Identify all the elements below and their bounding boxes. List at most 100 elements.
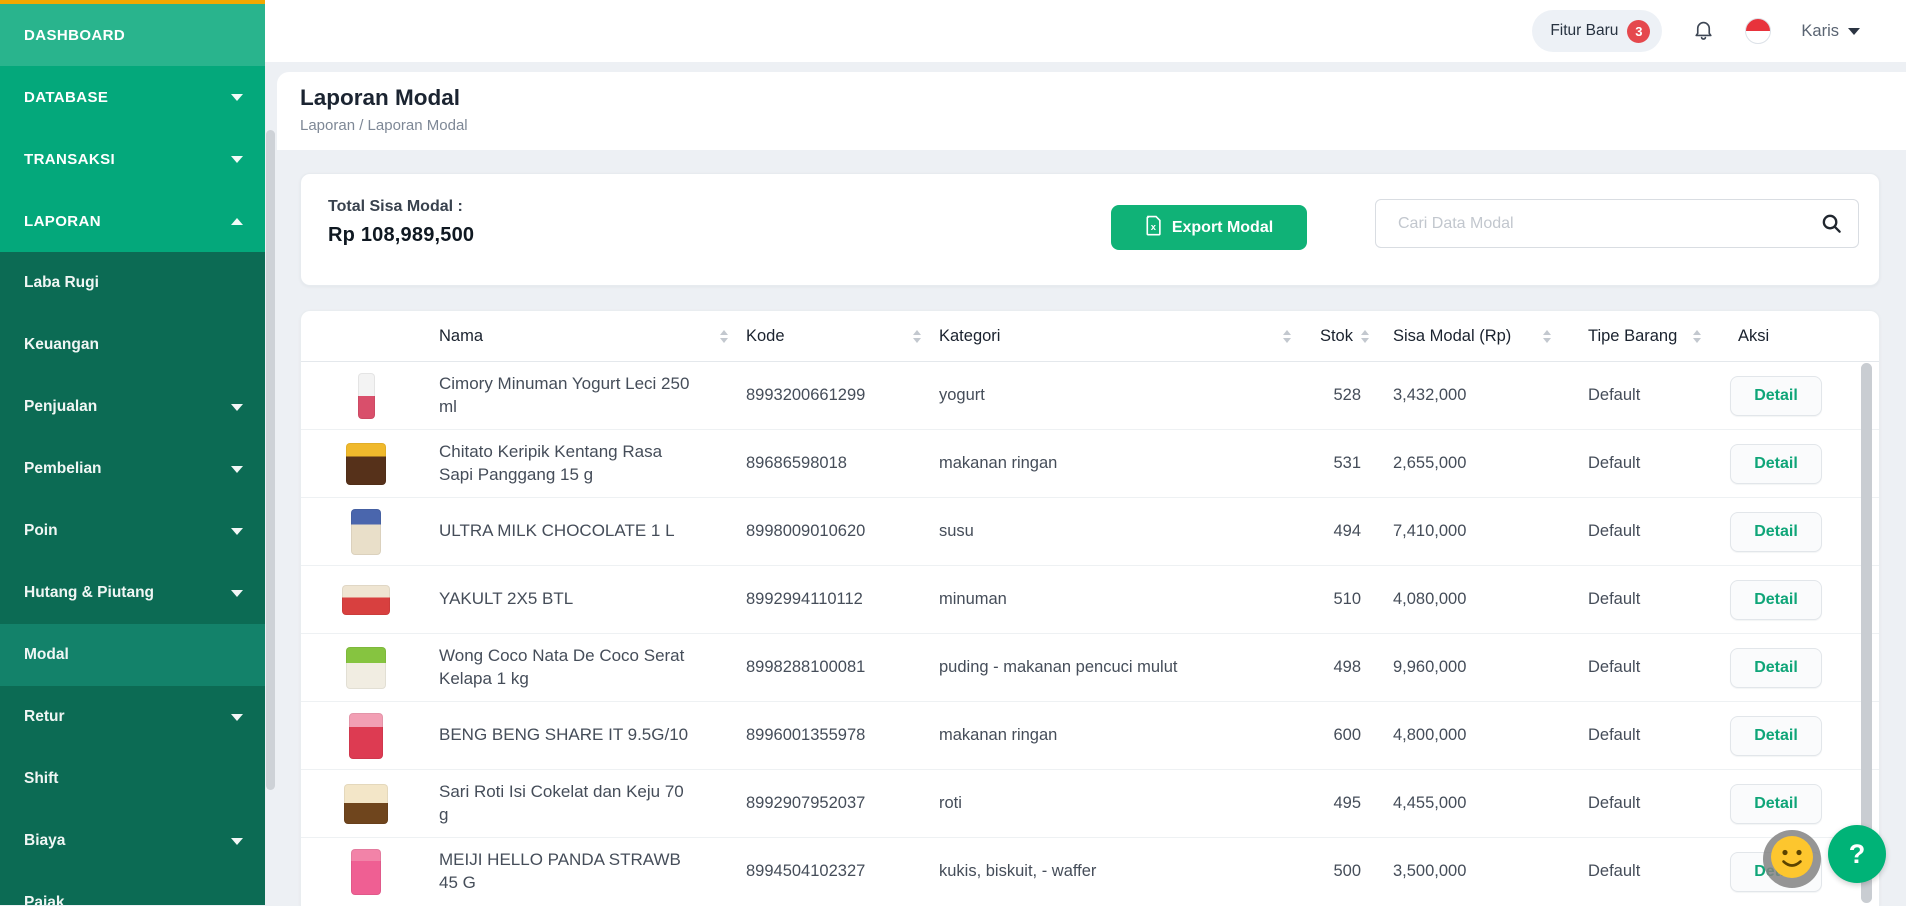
main-content: Laporan Modal Laporan / Laporan Modal To… [265,62,1906,905]
table-row: ULTRA MILK CHOCOLATE 1 L8998009010620sus… [301,497,1879,565]
search-icon[interactable] [1820,212,1843,240]
topbar: Fitur Baru 3 Karis [265,0,1906,62]
product-code: 8998009010620 [738,520,931,542]
table-row: Chitato Keripik Kentang Rasa Sapi Pangga… [301,429,1879,497]
help-button[interactable]: ? [1828,825,1886,883]
detail-button[interactable]: Detail [1730,648,1822,688]
table-scrollbar-thumb[interactable] [1861,363,1872,903]
table-row: MEIJI HELLO PANDA STRAWB 45 G89945041023… [301,837,1879,905]
row-actions: Detail [1711,444,1879,484]
product-capital: 3,432,000 [1371,384,1561,406]
detail-button[interactable]: Detail [1730,376,1822,416]
product-type: Default [1561,452,1711,474]
row-actions: Detail [1711,716,1879,756]
language-flag-indonesia[interactable] [1745,18,1771,44]
sidebar-item-laporan[interactable]: LAPORAN [0,190,265,252]
new-features-button[interactable]: Fitur Baru 3 [1532,10,1662,52]
export-modal-button[interactable]: x Export Modal [1111,205,1307,250]
column-header-label: Nama [439,327,483,346]
detail-button[interactable]: Detail [1730,580,1822,620]
sidebar-item-dashboard[interactable]: DASHBOARD [0,4,265,66]
sidebar-item-label: Penjualan [24,398,97,416]
sidebar-item-database[interactable]: DATABASE [0,66,265,128]
sidebar-item-keuangan[interactable]: Keuangan [0,314,265,376]
detail-button[interactable]: Detail [1730,444,1822,484]
sidebar-item-label: Keuangan [24,336,99,354]
sidebar-item-retur[interactable]: Retur [0,686,265,748]
product-image [301,849,431,895]
product-code: 8996001355978 [738,724,931,746]
total-capital-value: Rp 108,989,500 [328,224,474,247]
chevron-down-icon [231,590,243,597]
page-header-panel: Laporan Modal Laporan / Laporan Modal [277,72,1906,150]
sidebar-item-label: Pembelian [24,460,102,478]
chevron-down-icon [231,94,243,101]
column-header-image [301,311,431,361]
product-type: Default [1561,860,1711,882]
column-header-label: Tipe Barang [1588,327,1677,346]
chevron-down-icon [1848,28,1860,35]
sidebar-item-transaksi[interactable]: TRANSAKSI [0,128,265,190]
product-capital: 2,655,000 [1371,452,1561,474]
column-header-kategori[interactable]: Kategori [931,311,1301,361]
product-image [301,585,431,615]
sidebar-item-modal[interactable]: Modal [0,624,265,686]
sidebar: DASHBOARDDATABASE TRANSAKSI LAPORAN Laba Ru… [0,0,265,905]
product-category: kukis, biskuit, - waffer [931,860,1301,882]
table-row: BENG BENG SHARE IT 9.5G/108996001355978m… [301,701,1879,769]
table-row: Cimory Minuman Yogurt Leci 250 ml8993200… [301,361,1879,429]
svg-text:x: x [1151,222,1157,232]
sidebar-item-hutang-piutang[interactable]: Hutang & Piutang [0,562,265,624]
detail-button[interactable]: Detail [1730,784,1822,824]
table-scrollbar-track[interactable] [1861,363,1872,903]
column-header-nama[interactable]: Nama [431,311,738,361]
column-header-stok[interactable]: Stok [1301,311,1371,361]
row-actions: Detail [1711,376,1879,416]
row-actions: Detail [1711,580,1879,620]
feedback-smiley-button[interactable] [1763,830,1821,888]
column-header-tipe-barang[interactable]: Tipe Barang [1561,311,1711,361]
sidebar-item-laba-rugi[interactable]: Laba Rugi [0,252,265,314]
sort-icon[interactable] [1693,330,1701,343]
sidebar-item-label: Retur [24,708,64,726]
product-name: Cimory Minuman Yogurt Leci 250 ml [431,373,693,419]
question-mark-icon: ? [1849,839,1866,870]
column-header-label: Sisa Modal (Rp) [1393,327,1511,346]
sidebar-scrollbar[interactable] [266,130,275,790]
sidebar-item-penjualan[interactable]: Penjualan [0,376,265,438]
user-menu[interactable]: Karis [1801,22,1860,41]
sort-icon[interactable] [1543,330,1551,343]
product-name: ULTRA MILK CHOCOLATE 1 L [431,520,693,543]
product-category: minuman [931,588,1301,610]
sidebar-item-pembelian[interactable]: Pembelian [0,438,265,500]
sort-icon[interactable] [1361,330,1369,343]
sidebar-item-label: Poin [24,522,58,540]
sidebar-item-biaya[interactable]: Biaya [0,810,265,872]
sidebar-item-label: TRANSAKSI [24,151,115,168]
export-modal-label: Export Modal [1172,219,1273,237]
new-features-label: Fitur Baru [1550,22,1618,40]
sidebar-item-poin[interactable]: Poin [0,500,265,562]
product-name: YAKULT 2X5 BTL [431,588,693,611]
product-stock: 510 [1301,588,1371,610]
sidebar-item-label: Hutang & Piutang [24,584,154,602]
product-type: Default [1561,792,1711,814]
table-row: YAKULT 2X5 BTL8992994110112minuman5104,0… [301,565,1879,633]
product-code: 8994504102327 [738,860,931,882]
page-title: Laporan Modal [300,85,1906,111]
notifications-button[interactable] [1692,18,1715,44]
product-image [301,713,431,759]
product-code: 8992994110112 [738,588,931,610]
column-header-sisa-modal-rp[interactable]: Sisa Modal (Rp) [1371,311,1561,361]
detail-button[interactable]: Detail [1730,716,1822,756]
product-capital: 3,500,000 [1371,860,1561,882]
search-input[interactable] [1375,199,1859,248]
sidebar-item-label: Laba Rugi [24,274,99,292]
sort-icon[interactable] [720,330,728,343]
sort-icon[interactable] [913,330,921,343]
detail-button[interactable]: Detail [1730,512,1822,552]
sidebar-item-pajak[interactable]: Pajak [0,872,265,905]
column-header-kode[interactable]: Kode [738,311,931,361]
sidebar-item-shift[interactable]: Shift [0,748,265,810]
sort-icon[interactable] [1283,330,1291,343]
